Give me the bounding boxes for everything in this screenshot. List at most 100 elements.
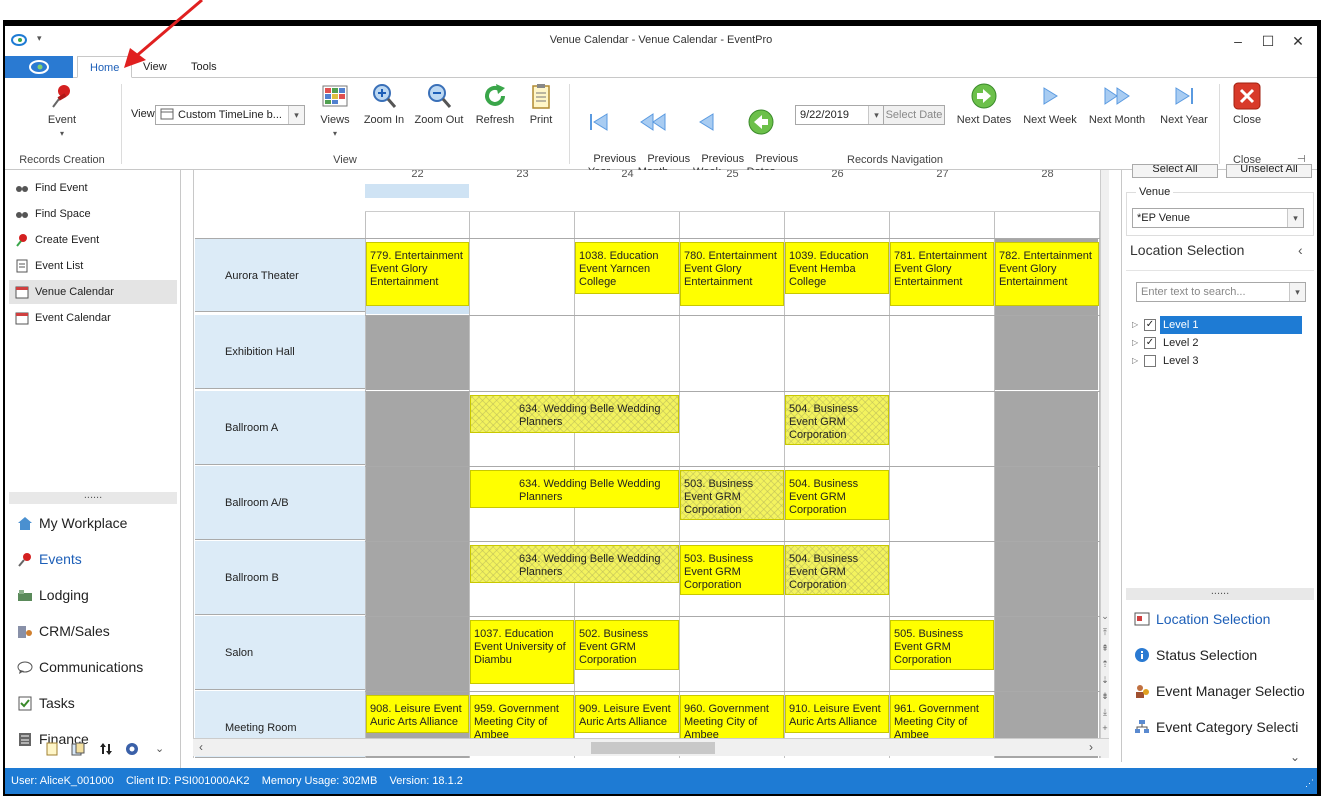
select-date-button[interactable]: Select Date	[883, 105, 945, 125]
section-status-selection[interactable]: Status Selection	[1132, 644, 1257, 666]
event-block[interactable]: 910. Leisure Event Auric Arts Alliance	[785, 695, 889, 733]
crm-icon	[18, 626, 32, 638]
event-block[interactable]: 634. Wedding Belle Wedding Planners	[470, 395, 679, 433]
views-button[interactable]: Views ▾	[315, 82, 355, 140]
minimize-button[interactable]: –	[1223, 30, 1253, 52]
section-event-category-selection[interactable]: Event Category Selecti	[1132, 716, 1317, 738]
module-crm-sales[interactable]: CRM/Sales	[9, 616, 179, 646]
event-block[interactable]: 504. Business Event GRM Corporation	[785, 470, 889, 520]
module-communications[interactable]: Communications	[9, 652, 179, 682]
room-exhibition-hall[interactable]: Exhibition Hall	[195, 315, 365, 389]
level-3-checkbox[interactable]	[1144, 355, 1156, 367]
refresh-button[interactable]: Refresh	[473, 82, 517, 127]
next-month-button[interactable]: Next Month	[1087, 82, 1147, 127]
event-block[interactable]: 1039. Education Event Hemba College	[785, 242, 889, 294]
module-lodging[interactable]: Lodging	[9, 580, 179, 610]
tree-item-level-1[interactable]: ▷ ✓ Level 1	[1130, 316, 1302, 334]
status-user: User: AliceK_001000	[11, 775, 114, 787]
zoom-out-button[interactable]: Zoom Out	[413, 82, 465, 127]
panel-splitter[interactable]: ......	[1126, 586, 1314, 600]
nav-item-label: Venue Calendar	[35, 286, 114, 298]
next-dates-button[interactable]: Next Dates	[955, 82, 1013, 127]
chevron-down-icon[interactable]: ⌄	[1290, 750, 1300, 764]
views-label: Views	[320, 114, 350, 126]
event-block[interactable]: 503. Business Event GRM Corporation	[680, 470, 784, 520]
module-finance[interactable]: Finance	[9, 724, 179, 754]
nav-splitter[interactable]: ......	[9, 490, 177, 504]
date-picker[interactable]: 9/22/2019 ▾	[795, 105, 885, 125]
scroll-left-icon[interactable]: ‹	[199, 740, 203, 754]
expand-arrow-icon[interactable]: ▷	[1132, 352, 1138, 370]
event-block[interactable]: 781. Entertainment Event Glory Entertain…	[890, 242, 994, 306]
zoom-in-button[interactable]: Zoom In	[361, 82, 407, 127]
scroll-right-icon[interactable]: ›	[1089, 740, 1093, 754]
close-button[interactable]: Close	[1227, 82, 1267, 127]
event-block[interactable]: 1038. Education Event Yarncen College	[575, 242, 679, 294]
nav-create-event[interactable]: Create Event	[9, 228, 177, 252]
event-button[interactable]: Event ▾	[37, 82, 87, 140]
event-block[interactable]: 634. Wedding Belle Wedding Planners	[470, 470, 679, 508]
module-events[interactable]: Events	[9, 544, 179, 574]
scroll-nav-buttons[interactable]: ⌄⤒⇞⇡⇣⇟⤓+−	[1100, 608, 1109, 754]
notes-icon[interactable]	[45, 742, 59, 756]
event-block[interactable]: 909. Leisure Event Auric Arts Alliance	[575, 695, 679, 733]
maximize-button[interactable]: ☐	[1253, 30, 1283, 52]
collapse-panel-icon[interactable]: ‹	[1298, 242, 1303, 258]
location-search-input[interactable]: Enter text to search... ▾	[1136, 282, 1306, 302]
print-button[interactable]: Print	[523, 82, 559, 127]
nav-event-calendar[interactable]: Event Calendar	[9, 306, 177, 330]
application-menu-button[interactable]	[5, 56, 73, 78]
venue-combo[interactable]: *EP Venue ▾	[1132, 208, 1304, 228]
room-ballroom-a[interactable]: Ballroom A	[195, 391, 365, 465]
module-my-workplace[interactable]: My Workplace	[9, 508, 179, 538]
event-block[interactable]: 504. Business Event GRM Corporation	[785, 545, 889, 595]
green-right-arrow-icon	[971, 83, 997, 109]
event-block[interactable]: 634. Wedding Belle Wedding Planners	[470, 545, 679, 583]
documents-icon[interactable]	[71, 742, 85, 756]
level-1-checkbox[interactable]: ✓	[1144, 319, 1156, 331]
tree-item-level-3[interactable]: ▷ Level 3	[1130, 352, 1302, 370]
event-block[interactable]: 505. Business Event GRM Corporation	[890, 620, 994, 670]
room-ballroom-b[interactable]: Ballroom B	[195, 541, 365, 615]
event-block[interactable]: 504. Business Event GRM Corporation	[785, 395, 889, 445]
globe-icon[interactable]	[125, 742, 139, 756]
room-salon[interactable]: Salon	[195, 616, 365, 690]
room-aurora-theater[interactable]: Aurora Theater	[195, 238, 365, 312]
event-block[interactable]: 503. Business Event GRM Corporation	[680, 545, 784, 595]
view-combo[interactable]: Custom TimeLine b... ▾	[155, 105, 305, 125]
close-window-button[interactable]: ✕	[1283, 30, 1313, 52]
nav-find-space[interactable]: Find Space	[9, 202, 177, 226]
nav-find-event[interactable]: Find Event	[9, 176, 177, 200]
unavailable-cell	[366, 315, 469, 390]
level-2-checkbox[interactable]: ✓	[1144, 337, 1156, 349]
next-week-button[interactable]: Next Week	[1021, 82, 1079, 127]
nav-item-label: Create Event	[35, 234, 100, 246]
day-header: 26	[831, 170, 844, 180]
tree-item-level-2[interactable]: ▷ ✓ Level 2	[1130, 334, 1302, 352]
event-block[interactable]: 779. Entertainment Event Glory Entertain…	[366, 242, 469, 306]
nav-venue-calendar[interactable]: Venue Calendar	[9, 280, 177, 304]
module-label: Tasks	[39, 695, 75, 711]
scroll-thumb[interactable]	[591, 742, 715, 754]
event-block[interactable]: 908. Leisure Event Auric Arts Alliance	[366, 695, 469, 733]
event-block[interactable]: 502. Business Event GRM Corporation	[575, 620, 679, 670]
unselect-all-button[interactable]: Unselect All	[1226, 164, 1312, 178]
chevron-down-icon[interactable]: ⌄	[155, 742, 164, 755]
nav-item-label: Event Calendar	[35, 312, 111, 324]
nav-event-list[interactable]: Event List	[9, 254, 177, 278]
event-block[interactable]: 782. Entertainment Event Glory Entertain…	[995, 242, 1099, 306]
event-block[interactable]: 780. Entertainment Event Glory Entertain…	[680, 242, 784, 306]
expand-arrow-icon[interactable]: ▷	[1132, 316, 1138, 334]
expand-arrow-icon[interactable]: ▷	[1132, 334, 1138, 352]
resize-grip-icon[interactable]: ⋰	[1305, 778, 1314, 789]
sort-arrows-icon[interactable]	[99, 742, 113, 756]
room-ballroom-a-b[interactable]: Ballroom A/B	[195, 466, 365, 540]
horizontal-scrollbar[interactable]: ‹ ›	[193, 738, 1109, 756]
select-all-button[interactable]: Select All	[1132, 164, 1218, 178]
app-window: ▾ Venue Calendar - Venue Calendar - Even…	[5, 26, 1317, 794]
event-block[interactable]: 1037. Education Event University of Diam…	[470, 620, 574, 684]
next-year-button[interactable]: Next Year	[1155, 82, 1213, 127]
section-event-manager-selection[interactable]: Event Manager Selectio	[1132, 680, 1317, 702]
section-location-selection[interactable]: Location Selection	[1132, 608, 1270, 630]
module-tasks[interactable]: Tasks	[9, 688, 179, 718]
